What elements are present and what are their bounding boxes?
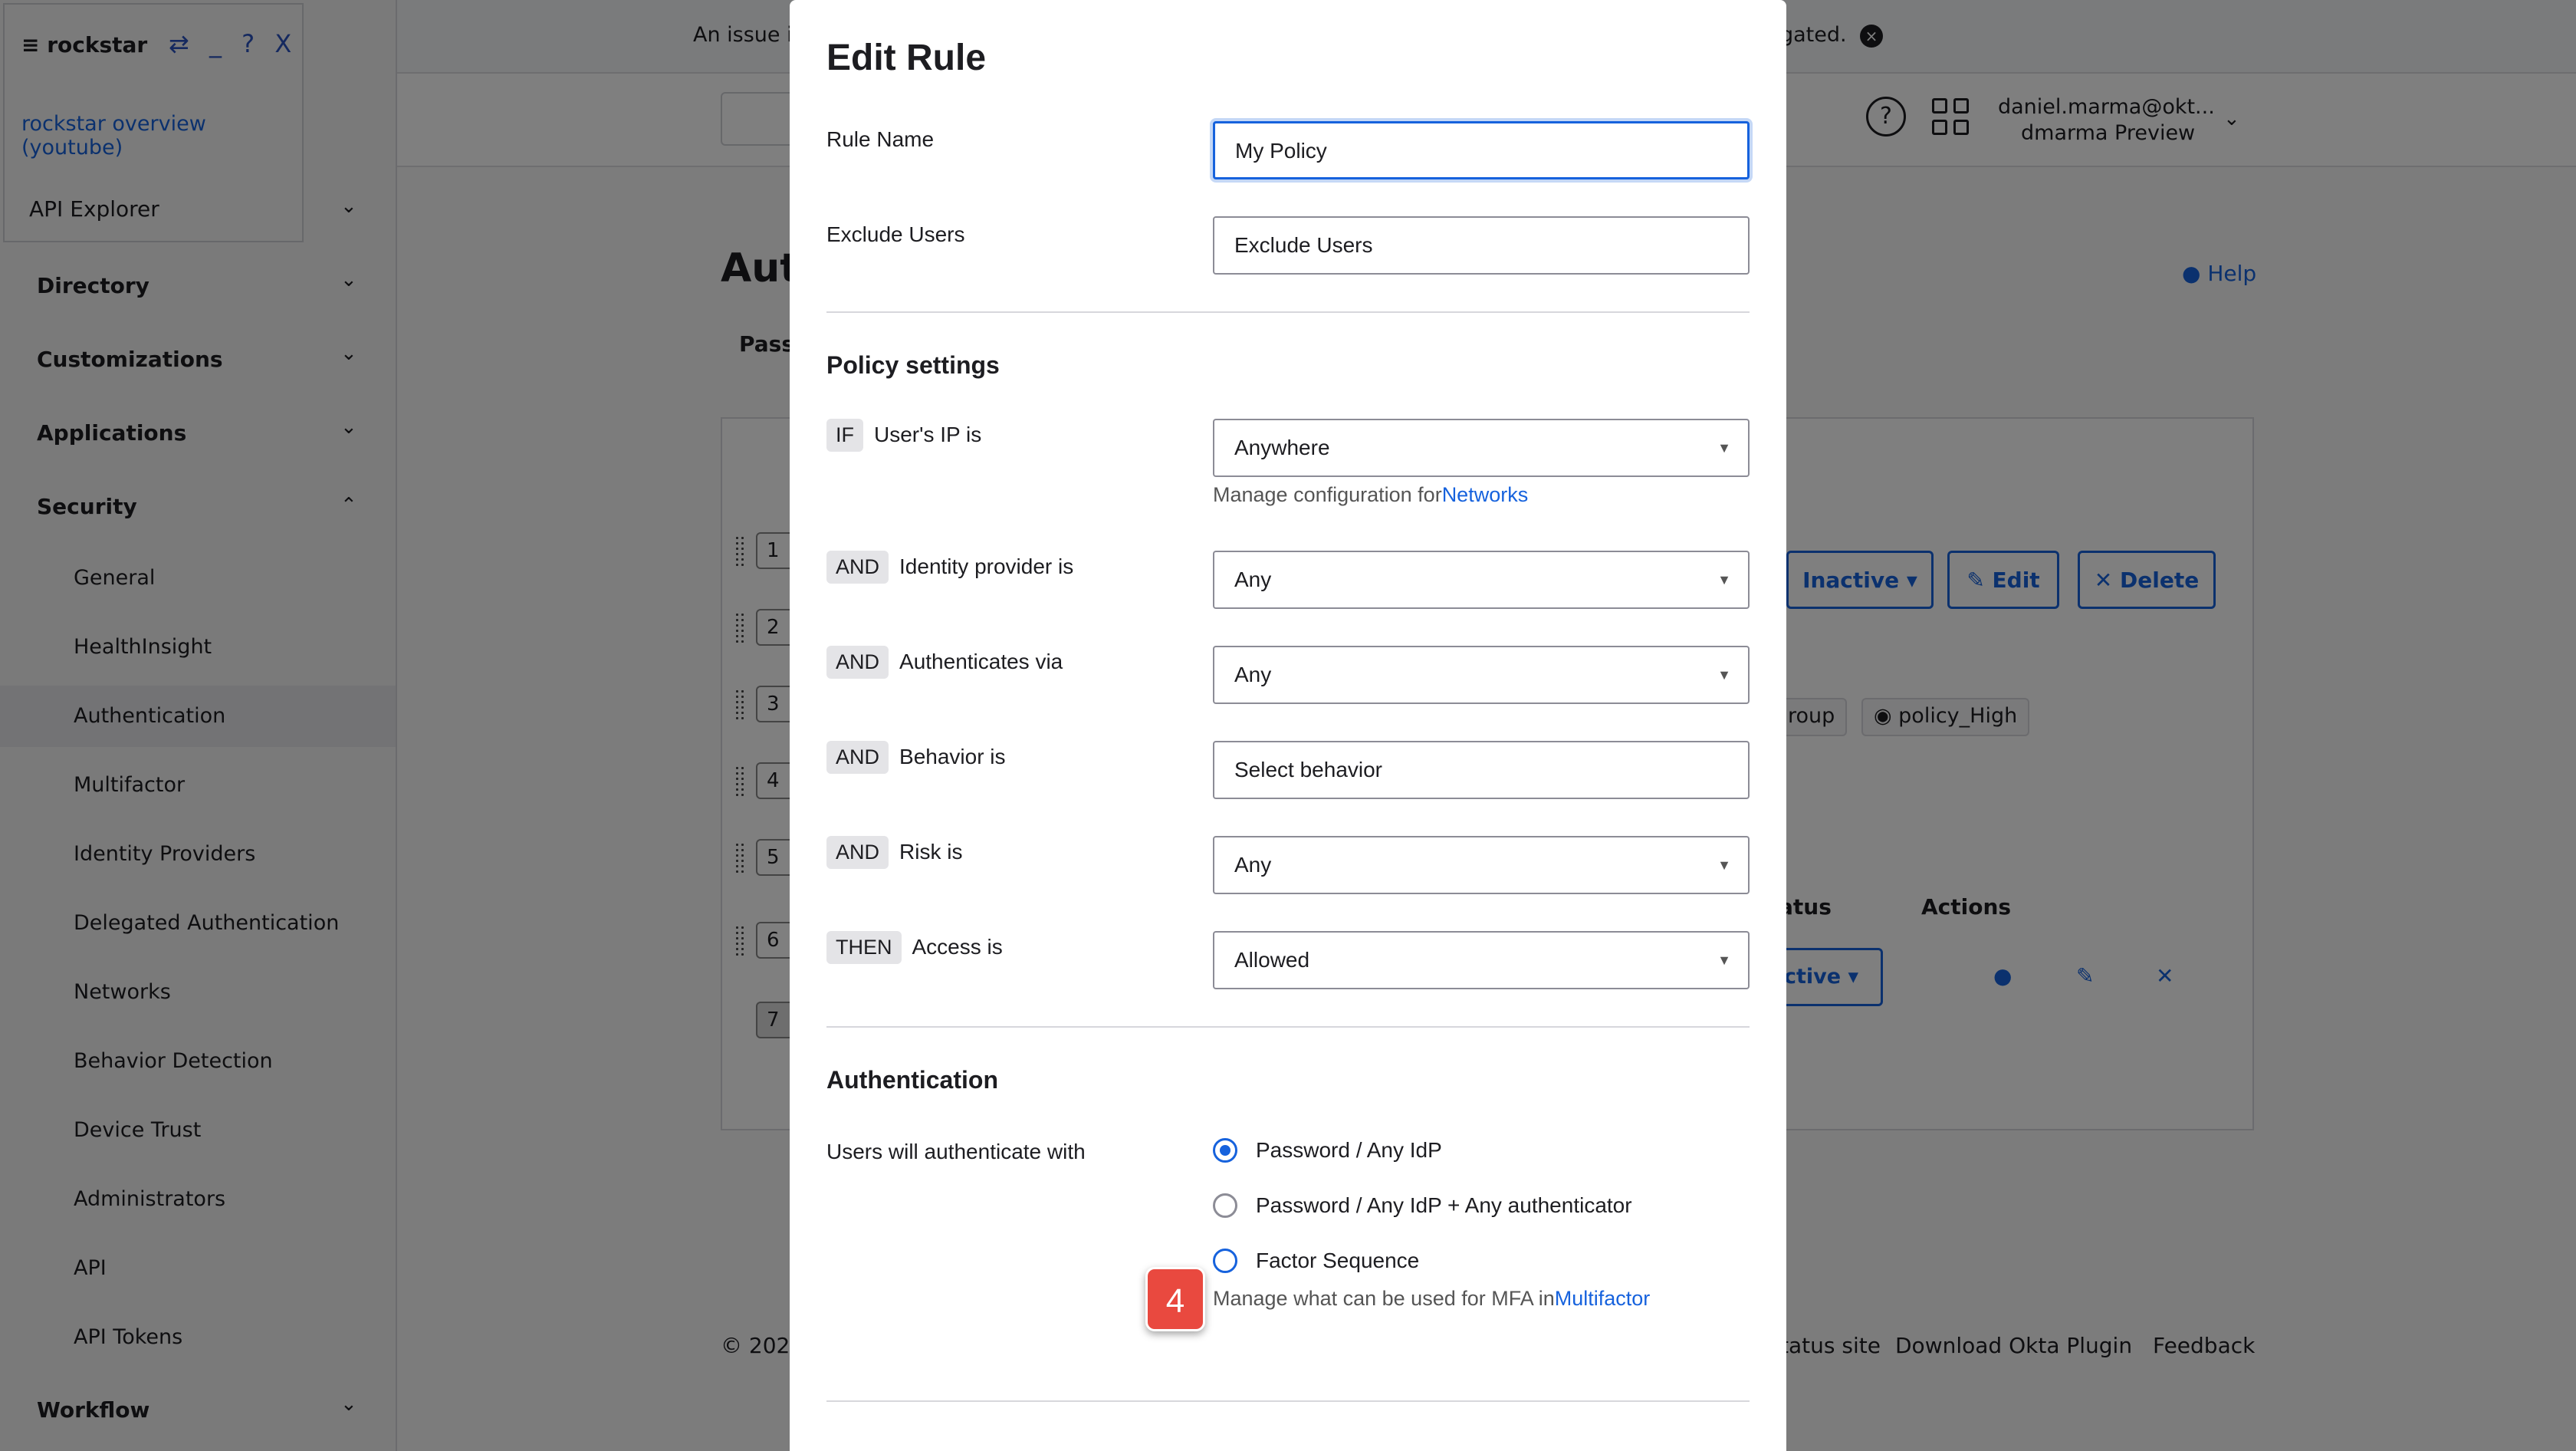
edit-rule-modal: Edit Rule Rule Name My Policy Exclude Us… [790, 0, 1786, 1451]
modal-title: Edit Rule [826, 38, 987, 78]
risk-select-value: Any [1234, 853, 1272, 877]
behavior-input[interactable]: Select behavior [1213, 741, 1750, 799]
condition-label: User's IP is [874, 423, 982, 446]
idp-select-value: Any [1234, 568, 1272, 591]
condition-label: Identity provider is [899, 554, 1074, 578]
condition-tag: AND [826, 836, 889, 869]
auth-option-label: Password / Any IdP [1256, 1138, 1442, 1162]
auth-option-label: Password / Any IdP + Any authenticator [1256, 1193, 1632, 1217]
radio-unchecked[interactable] [1213, 1249, 1237, 1273]
risk-select[interactable]: Any ▼ [1213, 836, 1750, 894]
condition-authenticates-via: AND Authenticates via [826, 646, 1063, 679]
caret-down-icon: ▼ [1717, 572, 1731, 587]
networks-help: Manage configuration forNetworks [1213, 483, 1528, 507]
caret-down-icon: ▼ [1717, 667, 1731, 683]
divider [826, 1026, 1750, 1028]
condition-tag: AND [826, 551, 889, 584]
access-select-value: Allowed [1234, 948, 1310, 972]
condition-label: Risk is [899, 840, 963, 864]
ip-select[interactable]: Anywhere ▼ [1213, 419, 1750, 477]
caret-down-icon: ▼ [1717, 857, 1731, 873]
condition-access: THEN Access is [826, 931, 1003, 964]
condition-behavior: AND Behavior is [826, 741, 1006, 774]
condition-tag: IF [826, 419, 863, 452]
condition-tag: AND [826, 646, 889, 679]
radio-unchecked[interactable] [1213, 1193, 1237, 1218]
caret-down-icon: ▼ [1717, 953, 1731, 968]
exclude-users-label: Exclude Users [826, 222, 965, 246]
mfa-help-text: Manage what can be used for MFA in [1213, 1287, 1555, 1310]
multifactor-link[interactable]: Multifactor [1555, 1287, 1651, 1310]
networks-help-text: Manage configuration for [1213, 483, 1442, 506]
step-number-badge: 4 [1145, 1267, 1205, 1331]
access-select[interactable]: Allowed ▼ [1213, 931, 1750, 989]
auth-with-label: Users will authenticate with [826, 1140, 1086, 1163]
authenticates-via-value: Any [1234, 663, 1272, 686]
condition-label: Behavior is [899, 745, 1006, 768]
condition-tag: THEN [826, 931, 902, 964]
networks-link[interactable]: Networks [1442, 483, 1529, 506]
auth-option-password-authenticator[interactable]: Password / Any IdP + Any authenticator [1213, 1193, 1632, 1218]
authenticates-via-select[interactable]: Any ▼ [1213, 646, 1750, 704]
condition-label: Authenticates via [899, 650, 1063, 673]
radio-checked[interactable] [1213, 1138, 1237, 1163]
rule-name-input[interactable]: My Policy [1213, 121, 1750, 179]
divider [826, 1400, 1750, 1402]
condition-risk: AND Risk is [826, 836, 962, 869]
divider [826, 311, 1750, 313]
auth-option-label: Factor Sequence [1256, 1249, 1420, 1272]
condition-tag: AND [826, 741, 889, 774]
rule-name-label: Rule Name [826, 127, 935, 151]
auth-option-factor-sequence[interactable]: Factor Sequence [1213, 1249, 1419, 1273]
condition-idp: AND Identity provider is [826, 551, 1073, 584]
caret-down-icon: ▼ [1717, 440, 1731, 456]
idp-select[interactable]: Any ▼ [1213, 551, 1750, 609]
condition-label: Access is [912, 935, 1003, 959]
policy-settings-title: Policy settings [826, 351, 1000, 379]
auth-option-password-idp[interactable]: Password / Any IdP [1213, 1138, 1442, 1163]
ip-select-value: Anywhere [1234, 436, 1330, 459]
condition-ip: IF User's IP is [826, 419, 981, 452]
authentication-title: Authentication [826, 1066, 998, 1094]
mfa-help: Manage what can be used for MFA inMultif… [1213, 1287, 1650, 1311]
exclude-users-input[interactable]: Exclude Users [1213, 216, 1750, 275]
